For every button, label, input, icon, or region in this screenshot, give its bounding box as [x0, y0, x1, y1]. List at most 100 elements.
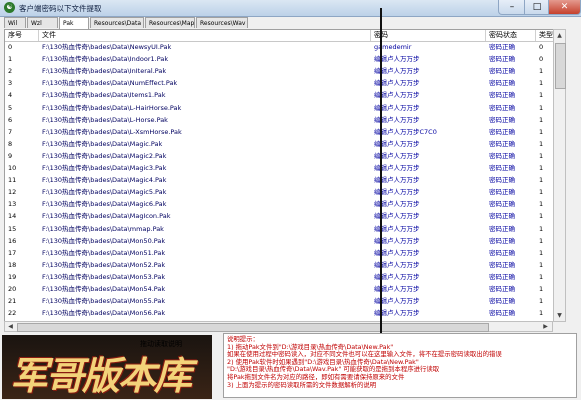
- row-index: 2: [8, 67, 13, 76]
- row-status: 密码正确: [489, 43, 515, 51]
- row-password: 编辑卢人万万步: [374, 176, 420, 185]
- row-status: 密码正确: [489, 272, 515, 281]
- row-index: 1: [8, 55, 13, 64]
- row-status: 密码正确: [489, 297, 515, 306]
- row-password: 编辑卢人万万步: [374, 91, 420, 100]
- minimize-button[interactable]: –: [498, 0, 526, 15]
- notes-panel: 说明提示： 1) 拖动Pak文件到"D:\游戏目录\热血传奇\Data\New.…: [223, 333, 577, 398]
- vertical-scrollbar[interactable]: ▲ ▼: [553, 29, 566, 322]
- scroll-right-arrow-icon[interactable]: ▶: [540, 321, 551, 332]
- row-password: 编辑卢人万万步: [374, 260, 420, 269]
- split-divider[interactable]: [380, 8, 382, 353]
- table-row[interactable]: 17 F:\130热血传奇\bades\Data\Mon51.Pak 编辑卢人万万步…: [5, 248, 554, 259]
- table-row[interactable]: 10 F:\130热血传奇\bades\Data\Magic3.Pak 编辑卢人万万…: [5, 163, 554, 174]
- row-type: 1: [539, 188, 544, 197]
- row-password: 编辑卢人万万步: [374, 309, 420, 318]
- tab-resources-wav[interactable]: Resources\Wav: [196, 17, 248, 28]
- row-file: F:\130热血传奇\bades\Data\Mon52.Pak: [42, 260, 166, 269]
- row-file: F:\130热血传奇\bades\Data\Items1.Pak: [42, 91, 166, 100]
- table-row[interactable]: 3 F:\130热血传奇\bades\Data\NumEffect.Pak 编辑卢人…: [5, 78, 554, 89]
- row-index: 4: [8, 91, 13, 100]
- scroll-down-arrow-icon[interactable]: ▼: [554, 310, 565, 321]
- table-row[interactable]: 6 F:\130热血传奇\bades\Data\L-Horse.Pak 编辑卢人万万…: [5, 115, 554, 126]
- table-row[interactable]: 16 F:\130热血传奇\bades\Data\Mon50.Pak 编辑卢人万万步…: [5, 236, 554, 247]
- table-row[interactable]: 12 F:\130热血传奇\bades\Data\Magic5.Pak 编辑卢人万万…: [5, 187, 554, 198]
- row-status: 密码正确: [489, 55, 515, 64]
- row-file: F:\130热血传奇\bades\Data\Mon50.Pak: [42, 236, 166, 245]
- row-status: 密码正确: [489, 236, 515, 245]
- table-row[interactable]: 15 F:\130热血传奇\bades\Data\mmap.Pak 编辑卢人万万步 密…: [5, 224, 554, 235]
- row-type: 1: [539, 164, 544, 172]
- row-password: 编辑卢人万万步: [374, 164, 420, 172]
- table-row[interactable]: 11 F:\130热血传奇\bades\Data\Magic4.Pak 编辑卢人万万…: [5, 175, 554, 186]
- tab-resources-data[interactable]: Resources\Data: [90, 17, 144, 28]
- table-row[interactable]: 5 F:\130热血传奇\bades\Data\L-HairHorse.Pak 编辑…: [5, 103, 554, 114]
- row-file: F:\130热血传奇\bades\Data\Magic.Pak: [42, 139, 163, 148]
- tab-resources-map[interactable]: Resources\Map: [145, 17, 195, 28]
- row-password: 编辑卢人万万步: [374, 151, 420, 160]
- column-header-type[interactable]: 类型: [536, 30, 554, 41]
- row-type: 1: [539, 103, 544, 112]
- column-header-status[interactable]: 密码状态: [486, 30, 536, 41]
- row-type: 1: [539, 260, 544, 269]
- table-row[interactable]: 1 F:\130热血传奇\bades\Data\Indoor1.Pak 编辑卢人万万…: [5, 54, 554, 65]
- row-type: 1: [539, 285, 544, 293]
- table-row[interactable]: 9 F:\130热血传奇\bades\Data\Magic2.Pak 编辑卢人万万步…: [5, 151, 554, 162]
- row-password: 编辑卢人万万步: [374, 188, 420, 197]
- table-row[interactable]: 19 F:\130热血传奇\bades\Data\Mon53.Pak 编辑卢人万万步…: [5, 272, 554, 283]
- row-status: 密码正确: [489, 260, 515, 269]
- column-header-file[interactable]: 文件: [39, 30, 371, 41]
- table-row[interactable]: 7 F:\130热血传奇\bades\Data\L-XsmHorse.Pak 编辑卢…: [5, 127, 554, 138]
- window-title: 客户端密码以下文件提取: [19, 4, 102, 13]
- horizontal-scroll-thumb[interactable]: [17, 323, 489, 332]
- scroll-left-arrow-icon[interactable]: ◀: [5, 321, 16, 332]
- row-password: 编辑卢人万万步: [374, 67, 420, 76]
- table-row[interactable]: 13 F:\130热血传奇\bades\Data\Magic6.Pak 编辑卢人万万…: [5, 199, 554, 210]
- row-file: F:\130热血传奇\bades\Data\Mon51.Pak: [42, 248, 166, 257]
- table-row[interactable]: 21 F:\130热血传奇\bades\Data\Mon55.Pak 编辑卢人万万步…: [5, 296, 554, 307]
- row-file: F:\130热血传奇\bades\Data\Magic5.Pak: [42, 188, 167, 197]
- row-file: F:\130热血传奇\bades\Data\NewsyUI.Pak: [42, 43, 172, 51]
- row-index: 21: [8, 297, 17, 306]
- row-password: 编辑卢人万万步: [374, 55, 420, 64]
- scroll-up-arrow-icon[interactable]: ▲: [554, 30, 565, 41]
- row-file: F:\130热血传奇\bades\Data\InIteral.Pak: [42, 67, 167, 76]
- tab-pak[interactable]: Pak: [59, 17, 89, 29]
- table-row[interactable]: 0 F:\130热血传奇\bades\Data\NewsyUI.Pak gamede…: [5, 42, 554, 53]
- row-file: F:\130热血传奇\bades\Data\Mon55.Pak: [42, 297, 166, 306]
- row-file: F:\130热血传奇\bades\Data\Magic2.Pak: [42, 151, 167, 160]
- row-password: 编辑卢人万万步: [374, 79, 420, 88]
- row-index: 9: [8, 151, 13, 160]
- row-type: 1: [539, 79, 544, 88]
- row-password: 编辑卢人万万步: [374, 139, 420, 148]
- vertical-scroll-thumb[interactable]: [555, 43, 566, 89]
- table-row[interactable]: 4 F:\130热血传奇\bades\Data\Items1.Pak 编辑卢人万万步…: [5, 90, 554, 101]
- table-row[interactable]: 20 F:\130热血传奇\bades\Data\Mon54.Pak 编辑卢人万万步…: [5, 284, 554, 295]
- row-type: 1: [539, 67, 544, 76]
- maximize-button[interactable]: □: [524, 0, 550, 15]
- horizontal-scrollbar[interactable]: ◀ ▶: [4, 321, 553, 332]
- column-header-password[interactable]: 密码: [371, 30, 486, 41]
- row-password: gamedemir: [374, 43, 412, 51]
- table-row[interactable]: 14 F:\130热血传奇\bades\Data\MagIcon.Pak 编辑卢人万…: [5, 211, 554, 222]
- table-row[interactable]: 8 F:\130热血传奇\bades\Data\Magic.Pak 编辑卢人万万步 密…: [5, 139, 554, 150]
- row-status: 密码正确: [489, 285, 515, 293]
- row-type: 1: [539, 236, 544, 245]
- row-index: 22: [8, 309, 17, 318]
- row-index: 5: [8, 103, 13, 112]
- table-row[interactable]: 18 F:\130热血传奇\bades\Data\Mon52.Pak 编辑卢人万万步…: [5, 260, 554, 271]
- row-status: 密码正确: [489, 224, 515, 233]
- row-index: 10: [8, 164, 17, 172]
- row-status: 密码正确: [489, 200, 515, 209]
- tab-wil[interactable]: Wil: [4, 17, 26, 28]
- row-type: 1: [539, 151, 544, 160]
- close-button[interactable]: ✕: [548, 0, 581, 15]
- table-row[interactable]: 2 F:\130热血传奇\bades\Data\InIteral.Pak 编辑卢人万…: [5, 66, 554, 77]
- row-password: 编辑卢人万万步: [374, 297, 420, 306]
- table-row[interactable]: 22 F:\130热血传奇\bades\Data\Mon56.Pak 编辑卢人万万步…: [5, 308, 554, 319]
- tab-wzl[interactable]: Wzl: [27, 17, 58, 28]
- row-index: 6: [8, 115, 13, 124]
- row-file: F:\130热血传奇\bades\Data\Magic4.Pak: [42, 176, 167, 185]
- column-header-index[interactable]: 序号: [5, 30, 39, 41]
- row-index: 7: [8, 127, 13, 136]
